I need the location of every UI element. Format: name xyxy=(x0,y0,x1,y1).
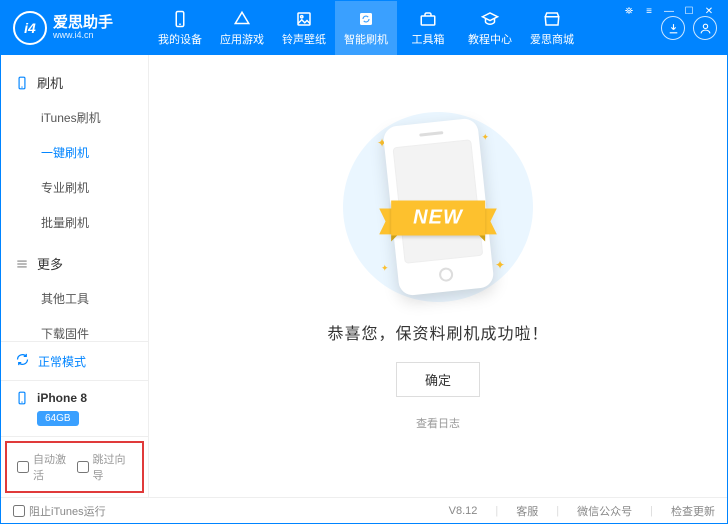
nav-store[interactable]: 爱思商城 xyxy=(521,1,583,55)
graduation-icon xyxy=(481,10,499,28)
image-icon xyxy=(295,10,313,28)
header-right xyxy=(661,16,727,40)
sidebar-group-flash[interactable]: 刷机 xyxy=(1,65,148,100)
nav-label: 教程中心 xyxy=(468,31,512,47)
nav-label: 工具箱 xyxy=(412,31,445,47)
nav-toolbox[interactable]: 工具箱 xyxy=(397,1,459,55)
store-icon xyxy=(543,10,561,28)
check-update-link[interactable]: 检查更新 xyxy=(671,503,715,519)
phone-icon xyxy=(15,391,29,405)
device-storage-badge: 64GB xyxy=(37,411,79,426)
sync-icon xyxy=(357,10,375,28)
sparkle-icon: ✦ xyxy=(495,258,505,272)
sidebar-item-pro-flash[interactable]: 专业刷机 xyxy=(1,170,148,205)
window-controls: ⛯ ≡ — ☐ ✕ xyxy=(622,4,716,18)
block-itunes-input[interactable] xyxy=(13,505,25,517)
success-message: 恭喜您，保资料刷机成功啦！ xyxy=(327,320,548,344)
nav-label: 我的设备 xyxy=(158,31,202,47)
device-mode[interactable]: 正常模式 xyxy=(1,342,148,381)
app-subtitle: www.i4.cn xyxy=(53,31,113,41)
user-icon xyxy=(699,22,712,35)
sparkle-icon: ✦ xyxy=(481,132,489,143)
view-log-link[interactable]: 查看日志 xyxy=(416,415,460,431)
version-label: V8.12 xyxy=(449,505,478,517)
window-maximize-icon[interactable]: ☐ xyxy=(682,4,696,18)
block-itunes-checkbox[interactable]: 阻止iTunes运行 xyxy=(13,503,106,519)
auto-activate-checkbox[interactable]: 自动激活 xyxy=(17,451,73,483)
phone-icon xyxy=(15,76,29,90)
new-ribbon: NEW xyxy=(391,200,485,235)
main-panel: ✦ ✦ ✦ ✦ NEW 恭喜您，保资料刷机成功啦！ 确定 xyxy=(149,55,727,497)
window-menu-icon[interactable]: ≡ xyxy=(642,4,656,18)
download-button[interactable] xyxy=(661,16,685,40)
sidebar-item-itunes-flash[interactable]: iTunes刷机 xyxy=(1,100,148,135)
sidebar-group-label: 刷机 xyxy=(37,73,63,92)
nav-my-device[interactable]: 我的设备 xyxy=(149,1,211,55)
top-nav: 我的设备 应用游戏 铃声壁纸 智能刷机 工具箱 教程中心 xyxy=(149,1,583,55)
skip-guide-input[interactable] xyxy=(77,461,89,473)
nav-label: 铃声壁纸 xyxy=(282,31,326,47)
window-minimize-icon[interactable]: — xyxy=(662,4,676,18)
sidebar-item-other-tools[interactable]: 其他工具 xyxy=(1,281,148,316)
sidebar-item-batch-flash[interactable]: 批量刷机 xyxy=(1,205,148,240)
window-settings-icon[interactable]: ⛯ xyxy=(622,4,636,18)
sidebar-item-download-fw[interactable]: 下载固件 xyxy=(1,316,148,341)
confirm-button[interactable]: 确定 xyxy=(396,362,480,397)
app-logo[interactable]: i4 爱思助手 www.i4.cn xyxy=(1,11,149,45)
nav-label: 智能刷机 xyxy=(344,31,388,47)
menu-icon xyxy=(15,257,29,271)
flash-options-highlighted: 自动激活 跳过向导 xyxy=(5,441,144,493)
wechat-link[interactable]: 微信公众号 xyxy=(577,503,632,519)
nav-label: 应用游戏 xyxy=(220,31,264,47)
support-link[interactable]: 客服 xyxy=(516,503,538,519)
nav-label: 爱思商城 xyxy=(530,31,574,47)
nav-ringtone-wallpaper[interactable]: 铃声壁纸 xyxy=(273,1,335,55)
app-body: 刷机 iTunes刷机 一键刷机 专业刷机 批量刷机 更多 其他工具 下载固件 … xyxy=(1,55,727,497)
nav-smart-flash[interactable]: 智能刷机 xyxy=(335,1,397,55)
sidebar-group-more[interactable]: 更多 xyxy=(1,246,148,281)
device-name: iPhone 8 xyxy=(37,391,87,405)
success-illustration: ✦ ✦ ✦ ✦ NEW xyxy=(343,112,533,302)
device-info[interactable]: iPhone 8 64GB xyxy=(1,381,148,437)
skip-guide-label: 跳过向导 xyxy=(93,451,133,483)
refresh-icon xyxy=(15,352,30,370)
nav-app-games[interactable]: 应用游戏 xyxy=(211,1,273,55)
device-mode-label: 正常模式 xyxy=(38,353,86,370)
window-close-icon[interactable]: ✕ xyxy=(702,4,716,18)
block-itunes-label: 阻止iTunes运行 xyxy=(29,503,106,519)
logo-badge-icon: i4 xyxy=(13,11,47,45)
sidebar-item-one-key-flash[interactable]: 一键刷机 xyxy=(1,135,148,170)
apps-icon xyxy=(233,10,251,28)
account-button[interactable] xyxy=(693,16,717,40)
sparkle-icon: ✦ xyxy=(381,263,389,274)
ribbon-text: NEW xyxy=(391,200,485,235)
phone-icon xyxy=(171,10,189,28)
sidebar-group-label: 更多 xyxy=(37,254,63,273)
sidebar: 刷机 iTunes刷机 一键刷机 专业刷机 批量刷机 更多 其他工具 下载固件 … xyxy=(1,55,149,497)
skip-guide-checkbox[interactable]: 跳过向导 xyxy=(77,451,133,483)
toolbox-icon xyxy=(419,10,437,28)
download-icon xyxy=(667,22,680,35)
auto-activate-input[interactable] xyxy=(17,461,29,473)
app-title: 爱思助手 xyxy=(53,15,113,32)
auto-activate-label: 自动激活 xyxy=(33,451,73,483)
app-header: ⛯ ≡ — ☐ ✕ i4 爱思助手 www.i4.cn 我的设备 应用游戏 xyxy=(1,1,727,55)
nav-tutorials[interactable]: 教程中心 xyxy=(459,1,521,55)
status-bar: 阻止iTunes运行 V8.12 | 客服 | 微信公众号 | 检查更新 xyxy=(1,497,727,523)
